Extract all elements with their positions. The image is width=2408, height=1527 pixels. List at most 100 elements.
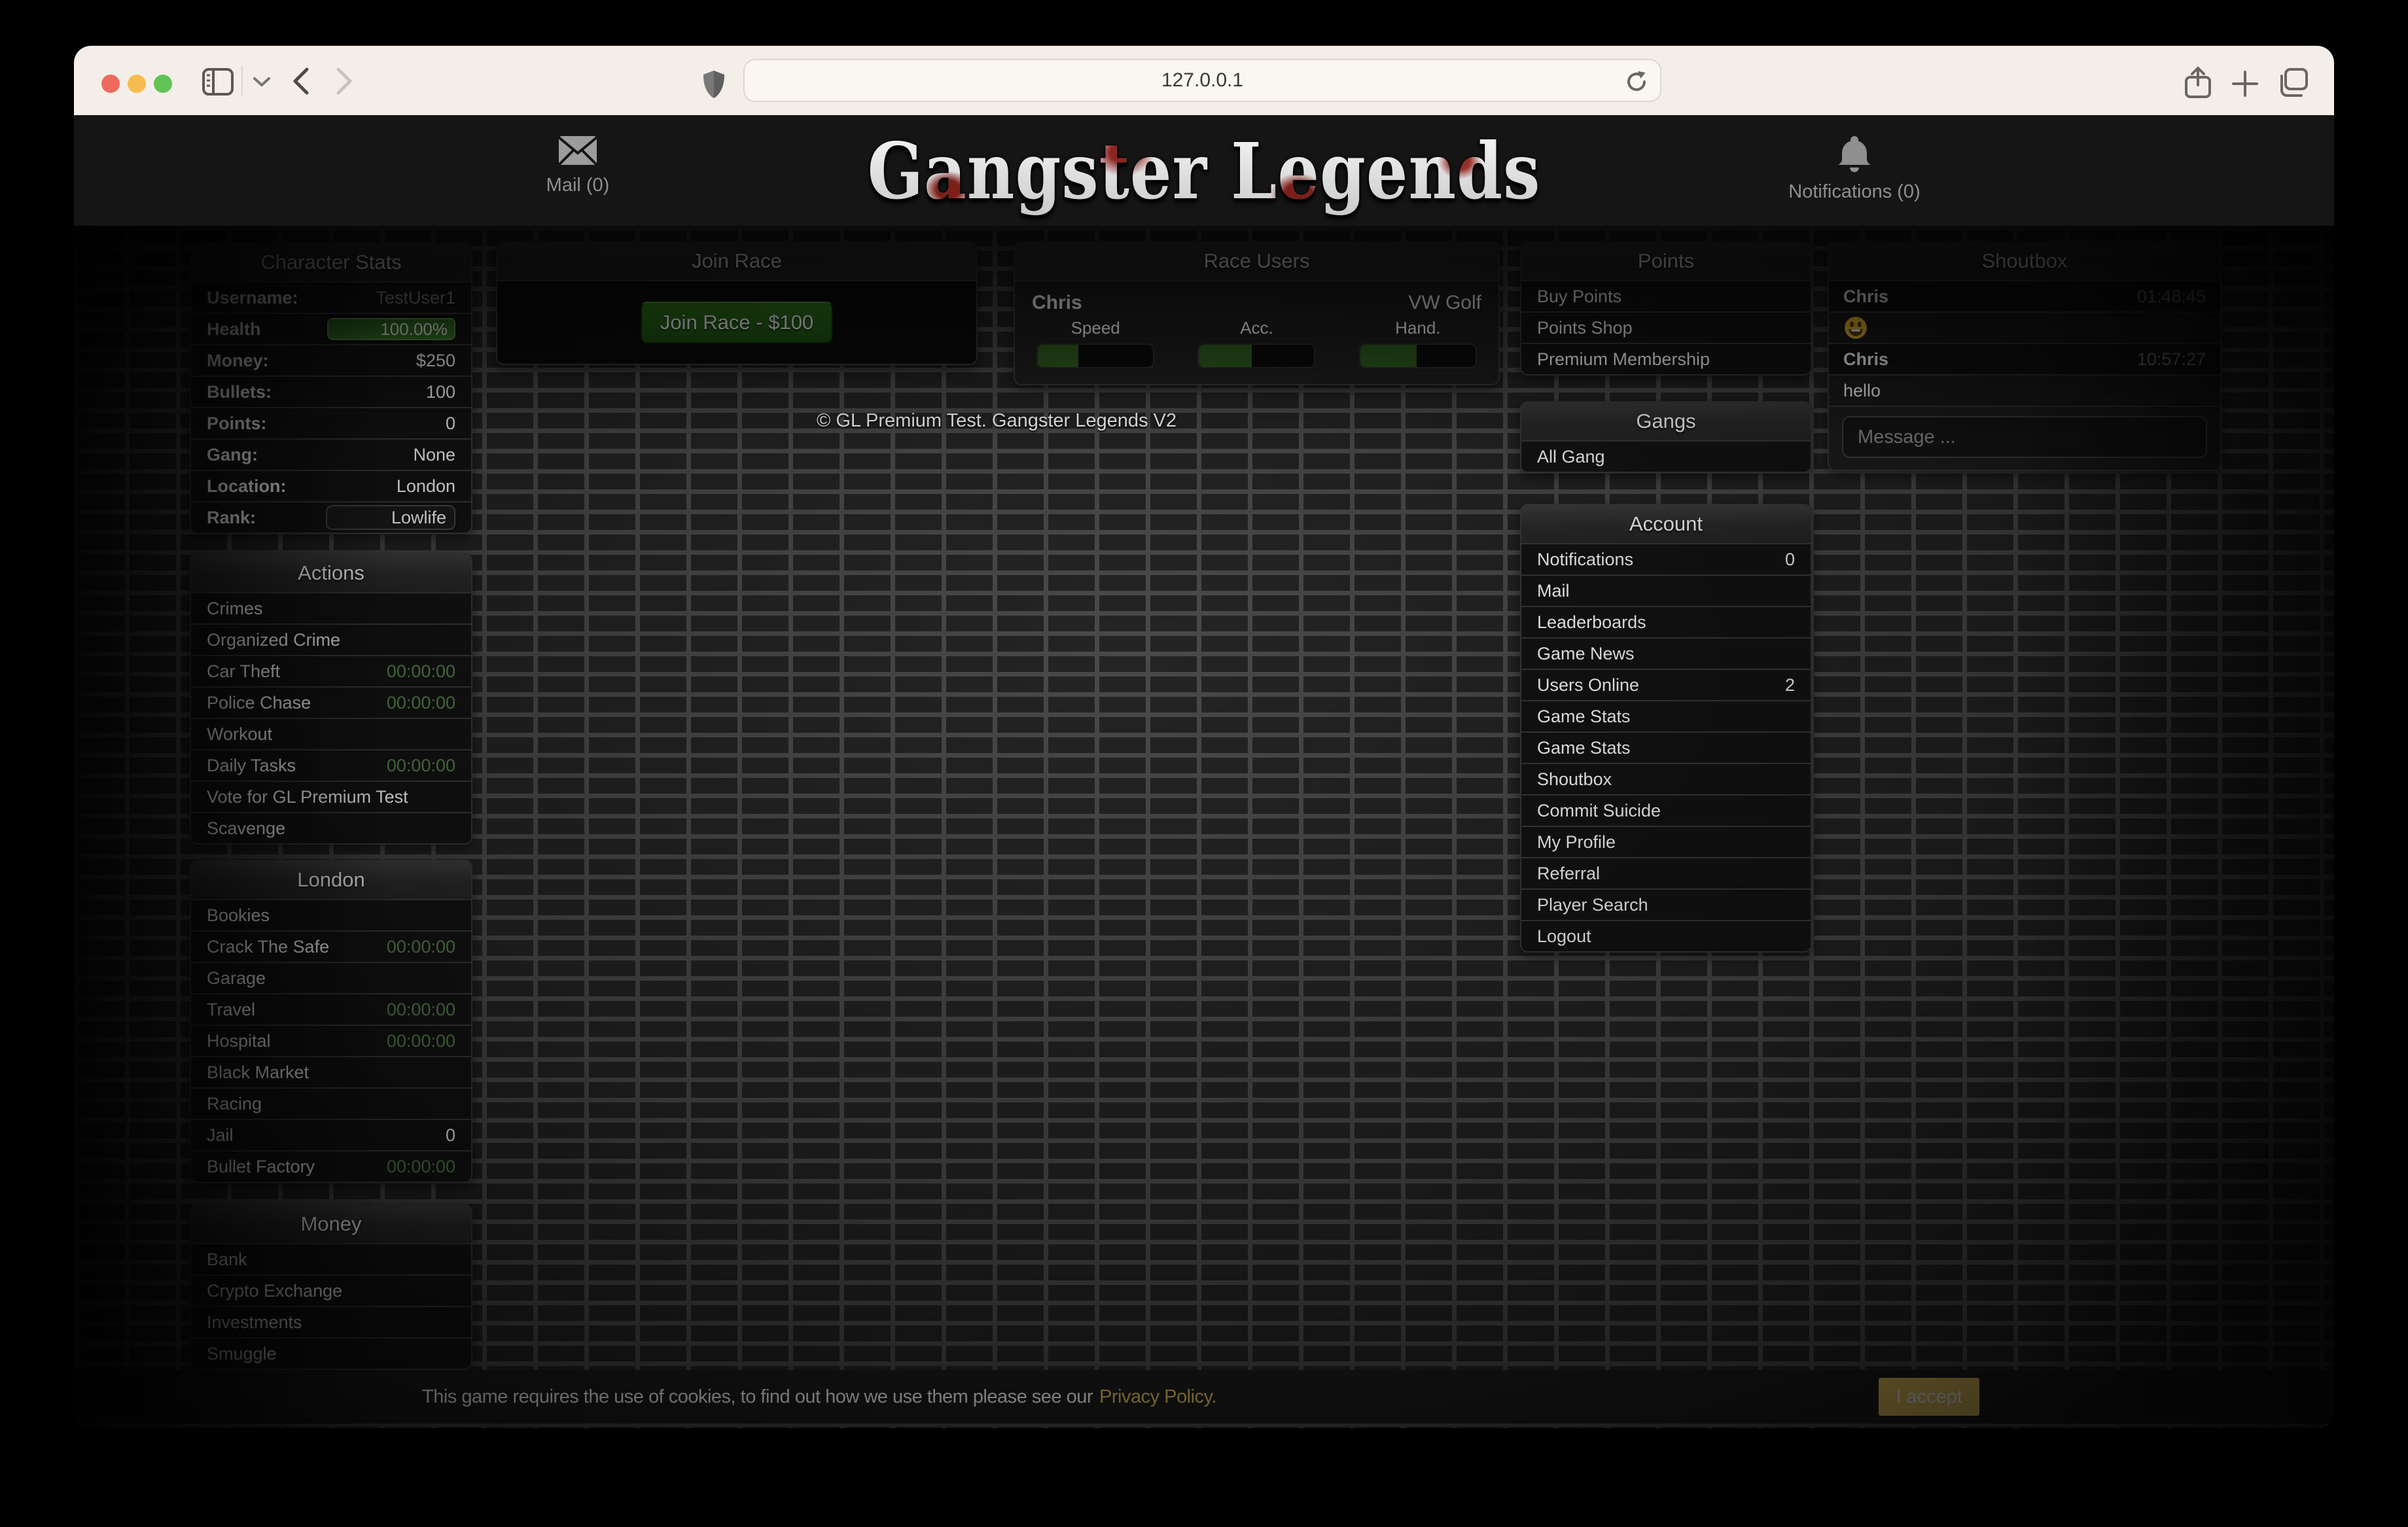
menu-item[interactable]: Organized Crime bbox=[191, 623, 471, 655]
share-icon[interactable] bbox=[2182, 65, 2214, 99]
menu-item[interactable]: Workout bbox=[191, 718, 471, 749]
menu-item[interactable]: Referral bbox=[1521, 857, 1811, 888]
menu-item[interactable]: Bookies bbox=[191, 900, 471, 930]
zoom-window-button[interactable] bbox=[154, 75, 172, 93]
menu-item[interactable]: Points Shop bbox=[1521, 311, 1811, 343]
menu-item[interactable]: Game Stats bbox=[1521, 731, 1811, 763]
privacy-shield-icon[interactable] bbox=[702, 69, 726, 99]
menu-item[interactable]: Game Stats bbox=[1521, 700, 1811, 731]
join-race-panel: Join Race Join Race - $100 bbox=[496, 241, 978, 365]
bullets-value: 100 bbox=[426, 382, 455, 402]
close-window-button[interactable] bbox=[101, 75, 120, 93]
menu-item[interactable]: Car Theft 00:00:00 bbox=[191, 655, 471, 686]
join-race-button[interactable]: Join Race - $100 bbox=[641, 302, 833, 343]
panel-title: Race Users bbox=[1015, 242, 1498, 281]
menu-item[interactable]: Notifications 0 bbox=[1521, 544, 1811, 574]
page-content: Character Stats Username: TestUser1 Heal… bbox=[74, 226, 2334, 1428]
money-panel: Money Bank Crypto Exchange bbox=[190, 1204, 472, 1370]
shout-text: hello bbox=[1843, 381, 1881, 401]
menu-item[interactable]: Travel 00:00:00 bbox=[191, 993, 471, 1025]
stat-bar bbox=[1359, 343, 1477, 368]
panel-title: Account bbox=[1521, 505, 1811, 544]
back-button-icon[interactable] bbox=[290, 67, 311, 96]
site-header: Mail (0) Gangster Legends Notifications … bbox=[74, 115, 2334, 226]
cookie-banner: This game requires the use of cookies, t… bbox=[74, 1370, 2334, 1424]
race-users-body: Chris VW Golf Speed bbox=[1015, 281, 1498, 384]
address-bar[interactable]: 127.0.0.1 bbox=[743, 59, 1661, 102]
menu-item[interactable]: Game News bbox=[1521, 637, 1811, 669]
panel-title: Gangs bbox=[1521, 402, 1811, 442]
mail-label: Mail (0) bbox=[493, 175, 663, 196]
menu-item[interactable]: Scavenge bbox=[191, 812, 471, 843]
grinning-face-emoji bbox=[1843, 315, 1868, 340]
menu-item[interactable]: Vote for GL Premium Test bbox=[191, 781, 471, 812]
menu-item[interactable]: Crypto Exchange bbox=[191, 1274, 471, 1306]
stat-bar bbox=[1197, 343, 1315, 368]
account-panel: Account Notifications 0 Mail bbox=[1520, 504, 1812, 953]
menu-item[interactable]: All Gang bbox=[1521, 442, 1811, 472]
mail-icon bbox=[558, 135, 598, 166]
shout-message-header: Chris 10:57:27 bbox=[1829, 343, 2220, 374]
menu-item[interactable]: My Profile bbox=[1521, 826, 1811, 857]
menu-item[interactable]: Player Search bbox=[1521, 888, 1811, 920]
bell-icon bbox=[1836, 135, 1873, 173]
sidebar-toggle-icon[interactable] bbox=[202, 68, 234, 96]
menu-item[interactable]: Jail 0 bbox=[191, 1119, 471, 1150]
menu-item[interactable]: Bank bbox=[191, 1244, 471, 1274]
menu-item[interactable]: Buy Points bbox=[1521, 281, 1811, 311]
health-bar: 100.00% bbox=[327, 318, 455, 340]
panel-title: Character Stats bbox=[191, 243, 471, 283]
racer-car: VW Golf bbox=[1408, 292, 1481, 314]
shout-message-body bbox=[1829, 311, 2220, 343]
forward-button-icon[interactable] bbox=[334, 67, 355, 96]
panel-title: Join Race bbox=[497, 242, 976, 281]
menu-item[interactable]: Commit Suicide bbox=[1521, 794, 1811, 826]
menu-item[interactable]: Shoutbox bbox=[1521, 763, 1811, 794]
menu-item[interactable]: Garage bbox=[191, 962, 471, 993]
stat-row-username: Username: TestUser1 bbox=[191, 283, 471, 313]
notifications-nav[interactable]: Notifications (0) bbox=[1769, 135, 1939, 203]
panel-title: Money bbox=[191, 1205, 471, 1244]
tab-overview-icon[interactable] bbox=[2276, 67, 2309, 98]
actions-menu: Crimes Organized Crime Car Theft 00:00:0… bbox=[191, 593, 471, 843]
site-logo: Gangster Legends bbox=[868, 126, 1541, 217]
notifications-label: Notifications (0) bbox=[1769, 181, 1939, 203]
menu-item[interactable]: Leaderboards bbox=[1521, 606, 1811, 637]
stat-bar-fill bbox=[1199, 345, 1252, 367]
menu-item[interactable]: Bullet Factory 00:00:00 bbox=[191, 1150, 471, 1182]
url-text: 127.0.0.1 bbox=[1161, 69, 1243, 92]
stat-row-gang: Gang: None bbox=[191, 438, 471, 470]
menu-item[interactable]: Crack The Safe 00:00:00 bbox=[191, 930, 471, 962]
menu-item[interactable]: Users Online 2 bbox=[1521, 669, 1811, 700]
menu-item[interactable]: Mail bbox=[1521, 574, 1811, 606]
actions-panel: Actions Crimes Organized Crime bbox=[190, 553, 472, 845]
sidebar-chevron-down-icon[interactable] bbox=[252, 76, 272, 88]
menu-item[interactable]: Smuggle bbox=[191, 1337, 471, 1369]
race-stat: Acc. bbox=[1176, 318, 1337, 368]
new-tab-icon[interactable] bbox=[2231, 69, 2259, 98]
minimize-window-button[interactable] bbox=[128, 75, 146, 93]
shout-user: Chris bbox=[1843, 349, 1888, 370]
mail-nav[interactable]: Mail (0) bbox=[493, 135, 663, 196]
privacy-policy-link[interactable]: Privacy Policy. bbox=[1099, 1386, 1216, 1407]
menu-item[interactable]: Daily Tasks 00:00:00 bbox=[191, 749, 471, 781]
money-value: $250 bbox=[416, 351, 455, 371]
menu-item[interactable]: Crimes bbox=[191, 593, 471, 623]
menu-item[interactable]: Investments bbox=[191, 1306, 471, 1337]
menu-item[interactable]: Hospital 00:00:00 bbox=[191, 1025, 471, 1056]
shoutbox-message-input[interactable] bbox=[1842, 416, 2207, 458]
london-panel: London Bookies Crack The Safe 00:00:00 bbox=[190, 860, 472, 1183]
account-menu: Notifications 0 Mail Leaderboards bbox=[1521, 544, 1811, 951]
menu-item[interactable]: Premium Membership bbox=[1521, 343, 1811, 374]
accept-cookies-button[interactable]: I accept bbox=[1879, 1378, 1979, 1416]
menu-item[interactable]: Racing bbox=[191, 1087, 471, 1119]
shoutbox-messages: Chris 01:48:45 bbox=[1829, 281, 2220, 406]
reload-icon[interactable] bbox=[1623, 67, 1650, 96]
username-value: TestUser1 bbox=[376, 288, 455, 308]
menu-item[interactable]: Black Market bbox=[191, 1056, 471, 1087]
menu-item[interactable]: Police Chase 00:00:00 bbox=[191, 686, 471, 718]
panel-title: Points bbox=[1521, 242, 1811, 281]
gangs-menu: All Gang bbox=[1521, 442, 1811, 472]
shout-message-body: hello bbox=[1829, 374, 2220, 406]
menu-item[interactable]: Logout bbox=[1521, 920, 1811, 951]
